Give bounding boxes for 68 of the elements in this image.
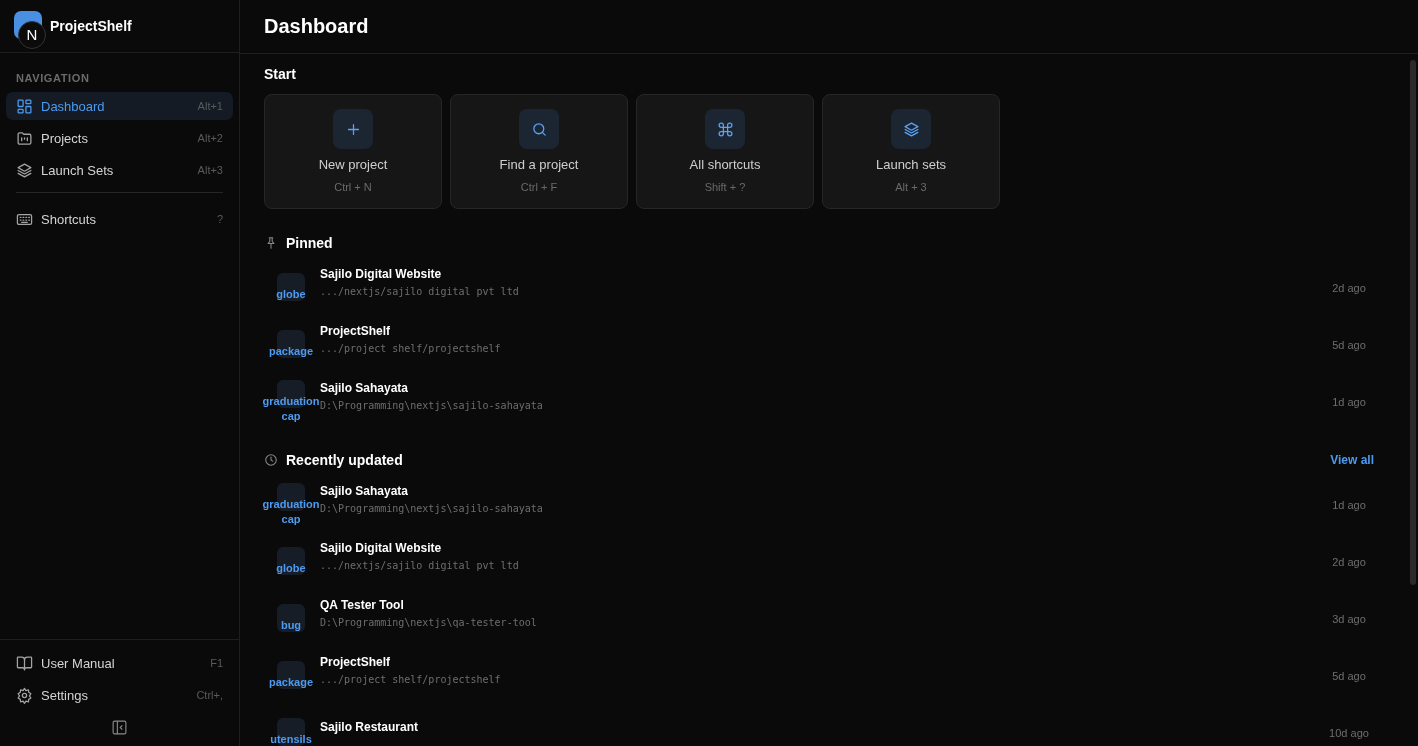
project-name: QA Tester Tool bbox=[320, 597, 405, 612]
project-row[interactable]: package ProjectShelf .../project shelf/projectshelf 5d ago bbox=[264, 316, 1384, 373]
folder-icon bbox=[16, 129, 33, 147]
project-row[interactable]: bug QA Tester Tool D:\Programming\nextjs\qa-tester-tool 3d ago bbox=[264, 590, 1384, 647]
updated-time: 10d ago bbox=[1328, 726, 1370, 739]
updated-time: 1d ago bbox=[1331, 498, 1367, 511]
project-row[interactable]: globe Sajilo Digital Website .../nextjs/sajilo digital pvt ltd 2d ago bbox=[264, 533, 1384, 590]
action-card[interactable]: New project Ctrl + N bbox=[264, 94, 442, 209]
project-path: .../project shelf/projectshelf bbox=[320, 342, 502, 354]
clock-icon bbox=[264, 453, 278, 467]
settings-icon bbox=[16, 686, 33, 704]
card-title: Find a project bbox=[499, 157, 579, 172]
section-title: Pinned bbox=[286, 235, 334, 251]
book-icon bbox=[16, 654, 33, 672]
view-all-link[interactable]: View all bbox=[1330, 453, 1374, 467]
card-title: Launch sets bbox=[875, 157, 947, 172]
project-name: Sajilo Digital Website bbox=[320, 266, 443, 281]
action-card[interactable]: Launch sets Alt + 3 bbox=[822, 94, 1000, 209]
updated-time: 2d ago bbox=[1331, 281, 1367, 294]
project-row[interactable]: globe Sajilo Digital Website .../nextjs/sajilo digital pvt ltd 2d ago bbox=[264, 259, 1384, 316]
updated-time: 2d ago bbox=[1331, 555, 1367, 568]
project-name: Sajilo Sahayata bbox=[320, 483, 410, 498]
updated-time: 5d ago bbox=[1331, 338, 1367, 351]
project-path: D:\Programming\nextjs\qa-tester-tool bbox=[320, 616, 538, 628]
nav-item[interactable]: Shortcuts ? bbox=[6, 205, 233, 233]
card-title: All shortcuts bbox=[689, 157, 761, 172]
project-path: .../nextjs/sajilo digital pvt ltd bbox=[320, 559, 520, 571]
search-icon bbox=[530, 120, 548, 138]
card-shortcut: Ctrl + N bbox=[334, 181, 372, 193]
page-title: Dashboard bbox=[264, 15, 369, 38]
project-row[interactable]: utensils Sajilo Restaurant 10d ago bbox=[264, 704, 1384, 746]
app-name: ProjectShelf bbox=[50, 18, 132, 34]
project-row[interactable]: graduation cap Sajilo Sahayata D:\Programming\nextjs\sajilo-sahayata 1d ago bbox=[264, 476, 1384, 533]
card-shortcut: Alt + 3 bbox=[895, 181, 927, 193]
card-title: New project bbox=[318, 157, 388, 172]
nav-item[interactable]: User Manual F1 bbox=[6, 649, 233, 677]
project-path: D:\Programming\nextjs\sajilo-sahayata bbox=[320, 502, 544, 514]
project-path: .../nextjs/sajilo digital pvt ltd bbox=[320, 285, 520, 297]
updated-time: 3d ago bbox=[1331, 612, 1367, 625]
section-label: NAVIGATION bbox=[15, 71, 91, 86]
project-name: ProjectShelf bbox=[320, 654, 392, 669]
project-row[interactable]: graduation cap Sajilo Sahayata D:\Programming\nextjs\sajilo-sahayata 1d ago bbox=[264, 373, 1384, 430]
nav-item[interactable]: Projects Alt+2 bbox=[6, 124, 233, 152]
project-path: D:\Programming\nextjs\sajilo-sahayata bbox=[320, 399, 544, 411]
project-name: Sajilo Digital Website bbox=[320, 540, 443, 555]
pin-icon bbox=[264, 236, 278, 250]
nav-item[interactable]: Settings Ctrl+, bbox=[6, 681, 233, 709]
command-icon bbox=[716, 120, 734, 138]
layers-icon bbox=[902, 120, 920, 138]
grid-icon bbox=[16, 97, 33, 115]
updated-time: 5d ago bbox=[1331, 669, 1367, 682]
project-name: Sajilo Restaurant bbox=[320, 719, 420, 734]
project-name: ProjectShelf bbox=[320, 323, 392, 338]
action-card[interactable]: Find a project Ctrl + F bbox=[450, 94, 628, 209]
project-name: Sajilo Sahayata bbox=[320, 380, 410, 395]
action-card[interactable]: All shortcuts Shift + ? bbox=[636, 94, 814, 209]
card-shortcut: Shift + ? bbox=[704, 181, 746, 193]
collapse-sidebar-icon[interactable] bbox=[111, 719, 128, 736]
project-path: .../project shelf/projectshelf bbox=[320, 673, 502, 685]
updated-time: 1d ago bbox=[1331, 395, 1367, 408]
nav-item[interactable]: Dashboard Alt+1 bbox=[6, 92, 233, 120]
project-row[interactable]: package ProjectShelf .../project shelf/projectshelf 5d ago bbox=[264, 647, 1384, 704]
section-title: Start bbox=[264, 66, 297, 82]
scrollbar-thumb[interactable] bbox=[1410, 60, 1416, 585]
section-title: Recently updated bbox=[286, 452, 404, 468]
layers-icon bbox=[16, 161, 33, 179]
card-shortcut: Ctrl + F bbox=[520, 181, 558, 193]
nav-item[interactable]: Launch Sets Alt+3 bbox=[6, 156, 233, 184]
